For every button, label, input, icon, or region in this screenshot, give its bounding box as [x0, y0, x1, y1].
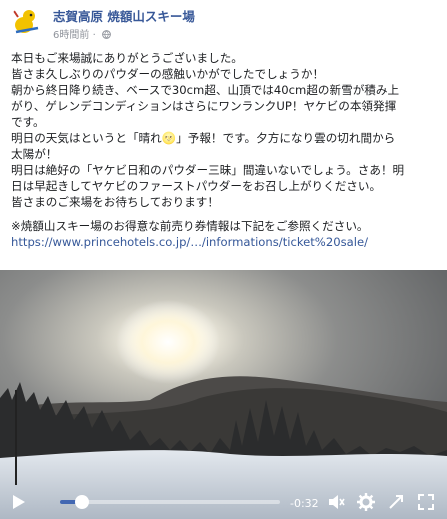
post-header: 志賀高原 焼額山スキー場 6時間前 · — [0, 0, 447, 44]
post-timestamp[interactable]: 6時間前 — [53, 30, 89, 41]
time-remaining: -0:32 — [290, 497, 319, 510]
gear-icon[interactable] — [357, 493, 375, 511]
volume-icon[interactable] — [327, 493, 345, 511]
ticket-note: ※焼額山スキー場のお得意な前売り券情報は下記をご参照ください。 — [11, 219, 369, 233]
post-line: 太陽が！ — [11, 147, 58, 161]
fullscreen-icon[interactable] — [418, 494, 434, 510]
video-player[interactable] — [0, 270, 447, 519]
post-line: 朝から終日降り続き、ベースで30cm超、山頂では40cm超の新雪が積み上 — [11, 83, 400, 97]
globe-icon — [102, 30, 111, 39]
sun — [116, 300, 220, 384]
video-frame — [0, 270, 447, 519]
post-line: 明日は絶好の「ヤケビ日和のパウダー三昧」間違いないでしょう。さあ！明 — [11, 163, 405, 177]
pole — [15, 390, 17, 485]
expand-icon[interactable] — [388, 494, 404, 510]
mascot-logo-icon — [10, 5, 44, 39]
ticket-link[interactable]: https://www.princehotels.co.jp/…/informa… — [11, 235, 368, 249]
post-line: 本日もご来場誠にありがとうございました。 — [11, 51, 243, 65]
post-line: 皆さまのご来場をお待ちしております！ — [11, 195, 219, 209]
post-line: 皆さま久しぶりのパウダーの感触いかがでしたでしょうか！ — [11, 67, 325, 81]
page-avatar[interactable] — [10, 5, 44, 39]
progress-knob[interactable] — [75, 495, 89, 509]
post-meta: 6時間前 · — [53, 26, 111, 41]
post-line: 日は早起きしてヤケビのファーストパウダーをお召し上がりください。 — [11, 179, 382, 193]
post-body: 本日もご来場誠にありがとうございました。 皆さま久しぶりのパウダーの感触いかがで… — [11, 50, 439, 250]
post-line: です。 — [11, 115, 45, 129]
post-line: がり、ゲレンデコンディションはさらにワンランクUP！ヤケビの本領発揮 — [11, 99, 397, 113]
page-name-link[interactable]: 志賀高原 焼額山スキー場 — [53, 6, 195, 25]
post-line: 明日の天気はというと「晴れ🌝」予報！です。夕方になり雲の切れ間から — [11, 131, 396, 145]
progress-track[interactable] — [60, 495, 280, 509]
play-icon[interactable] — [12, 494, 26, 510]
video-controls — [0, 485, 447, 519]
